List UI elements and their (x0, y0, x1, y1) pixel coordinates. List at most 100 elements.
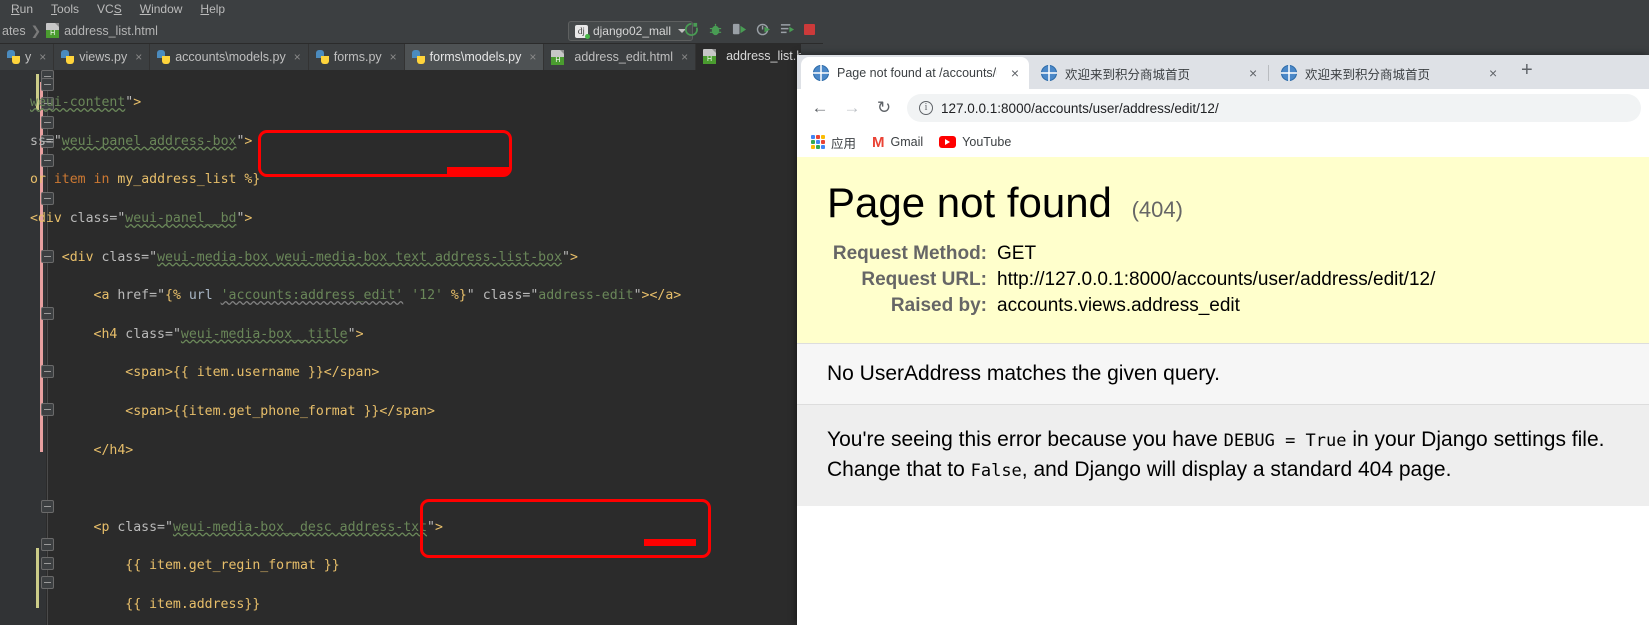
browser-tab-2[interactable]: 欢迎来到积分商城首页 × (1269, 57, 1509, 89)
bookmark-youtube[interactable]: YouTube (939, 135, 1011, 149)
browser-tab-0[interactable]: Page not found at /accounts/u × (801, 57, 1029, 89)
run-tool-window-icon[interactable] (780, 22, 795, 37)
page-content: Page not found (404) Request Method: GET… (797, 157, 1649, 625)
django-icon: dj (574, 24, 590, 39)
close-icon[interactable]: × (1489, 65, 1497, 81)
gmail-icon: M (872, 133, 885, 151)
code-line: <span>{{ item.username }}</span> (125, 365, 380, 381)
menu-item-run[interactable]: Run (2, 2, 42, 16)
code-line: <div class="weui-media-box weui-media-bo… (61, 249, 578, 265)
code-line: {{ item.get_regin_format }} (125, 558, 340, 574)
editor-tab-0[interactable]: y × (0, 44, 55, 70)
debug-setting-code: DEBUG = True (1223, 431, 1347, 451)
code-content: weui-content"> ss="weui-panel address-bo… (0, 70, 823, 625)
close-icon[interactable]: × (39, 50, 46, 64)
run-configuration-selector[interactable]: dj django02_mall (567, 21, 693, 41)
code-editor[interactable]: weui-content"> ss="weui-panel address-bo… (0, 70, 823, 625)
forward-button[interactable]: → (837, 93, 867, 123)
breadcrumb-parent[interactable]: ates (2, 24, 26, 38)
table-row: Request Method: GET (827, 241, 1435, 267)
menu-item-window[interactable]: Window (131, 2, 192, 16)
bookmark-gmail[interactable]: M Gmail (872, 135, 923, 150)
ide-menu-bar: Run Tools VCS Window Help (0, 0, 823, 18)
browser-toolbar: ← → ↻ i 127.0.0.1:8000/accounts/user/add… (797, 89, 1649, 127)
editor-tab-forms-models-py[interactable]: forms\models.py × (404, 44, 545, 70)
editor-tab-label: views.py (79, 50, 128, 64)
apps-grid-icon (811, 135, 825, 149)
close-icon[interactable]: × (390, 50, 397, 64)
editor-tab-accounts-models-py[interactable]: accounts\models.py × (150, 44, 309, 70)
ide-toolbar-actions (684, 22, 815, 37)
close-icon[interactable]: × (1011, 65, 1019, 81)
run-with-coverage-icon[interactable] (732, 22, 747, 37)
chrome-browser-window: Page not found at /accounts/u × 欢迎来到积分商城… (797, 55, 1649, 625)
page-title: Page not found (404) (827, 179, 1619, 227)
code-line: {{ item.address}} (125, 597, 261, 613)
ide-window: Run Tools VCS Window Help ates ❯ address… (0, 0, 823, 625)
error-detail-table: Request Method: GET Request URL: http://… (827, 241, 1435, 319)
editor-tab-forms-py[interactable]: forms.py × (309, 44, 405, 70)
code-line: <a href="{% url 'accounts:address_edit' … (93, 288, 682, 304)
run-configuration-name: django02_mall (592, 24, 671, 38)
editor-tab-address-edit-html[interactable]: address_edit.html × (544, 44, 697, 70)
django-error-summary: Page not found (404) Request Method: GET… (797, 157, 1649, 343)
address-bar[interactable]: i 127.0.0.1:8000/accounts/user/address/e… (907, 94, 1641, 122)
globe-icon (1281, 65, 1297, 81)
reload-button[interactable]: ↻ (869, 93, 899, 123)
code-line: <div class="weui-panel__bd"> (30, 211, 253, 227)
new-tab-button[interactable]: + (1509, 60, 1545, 84)
close-icon[interactable]: × (294, 50, 301, 64)
table-row: Request URL: http://127.0.0.1:8000/accou… (827, 267, 1435, 293)
row-label: Request Method: (832, 243, 987, 264)
bookmarks-bar: 应用 M Gmail YouTube (797, 127, 1649, 157)
browser-tab-strip: Page not found at /accounts/u × 欢迎来到积分商城… (797, 55, 1649, 89)
browser-tab-1[interactable]: 欢迎来到积分商城首页 × (1029, 57, 1269, 89)
editor-tab-label: forms\models.py (429, 50, 522, 64)
ide-navigation-bar: ates ❯ address_list.html dj django02_mal… (0, 18, 823, 44)
row-label: Raised by: (890, 295, 987, 316)
profiler-icon[interactable] (756, 22, 771, 37)
globe-icon (1041, 65, 1057, 81)
site-info-icon[interactable]: i (919, 101, 933, 115)
debug-icon[interactable] (708, 22, 723, 37)
code-line: ss="weui-panel address-box"> (30, 133, 253, 149)
annotation-underline-url-12 (447, 167, 509, 174)
menu-item-vcs[interactable]: VCS (88, 2, 131, 16)
row-value: http://127.0.0.1:8000/accounts/user/addr… (997, 269, 1436, 290)
editor-tab-label: y (25, 50, 32, 64)
close-icon[interactable]: × (1249, 65, 1257, 81)
row-label: Request URL: (861, 269, 987, 290)
explanation-part-3: , and Django will display a standard 404… (1021, 458, 1452, 482)
django-error-message: No UserAddress matches the given query. (797, 343, 1649, 405)
bookmark-apps[interactable]: 应用 (811, 133, 856, 152)
menu-item-help[interactable]: Help (191, 2, 234, 16)
close-icon[interactable]: × (529, 50, 536, 64)
stop-button[interactable] (804, 24, 815, 35)
row-value: GET (997, 243, 1037, 264)
python-file-icon (7, 50, 20, 64)
code-line: <h4 class="weui-media-box__title"> (93, 326, 364, 342)
close-icon[interactable]: × (681, 50, 688, 64)
browser-tab-title: Page not found at /accounts/u (837, 66, 997, 80)
editor-tab-bar: y × views.py × accounts\models.py × form… (0, 44, 823, 70)
code-line: weui-content"> (30, 95, 142, 111)
error-status-code: (404) (1131, 197, 1183, 222)
address-bar-value: 127.0.0.1:8000/accounts/user/address/edi… (941, 100, 1219, 116)
html-file-icon (46, 23, 60, 38)
globe-icon (813, 65, 829, 81)
close-icon[interactable]: × (135, 50, 142, 64)
back-button[interactable]: ← (805, 93, 835, 123)
menu-item-tools[interactable]: Tools (42, 2, 88, 16)
python-file-icon (315, 50, 329, 64)
code-line: </h4> (93, 442, 134, 458)
breadcrumb-file[interactable]: address_list.html (64, 24, 158, 38)
breadcrumb-separator-icon: ❯ (30, 24, 42, 38)
rerun-icon[interactable] (684, 22, 699, 37)
browser-tab-title: 欢迎来到积分商城首页 (1065, 67, 1191, 82)
breadcrumb: ates ❯ address_list.html (0, 23, 158, 38)
editor-tab-views-py[interactable]: views.py × (54, 44, 151, 70)
annotation-underline-url-add (644, 539, 696, 546)
bookmark-label: YouTube (962, 135, 1012, 149)
editor-tab-label: address_edit.html (574, 50, 674, 64)
